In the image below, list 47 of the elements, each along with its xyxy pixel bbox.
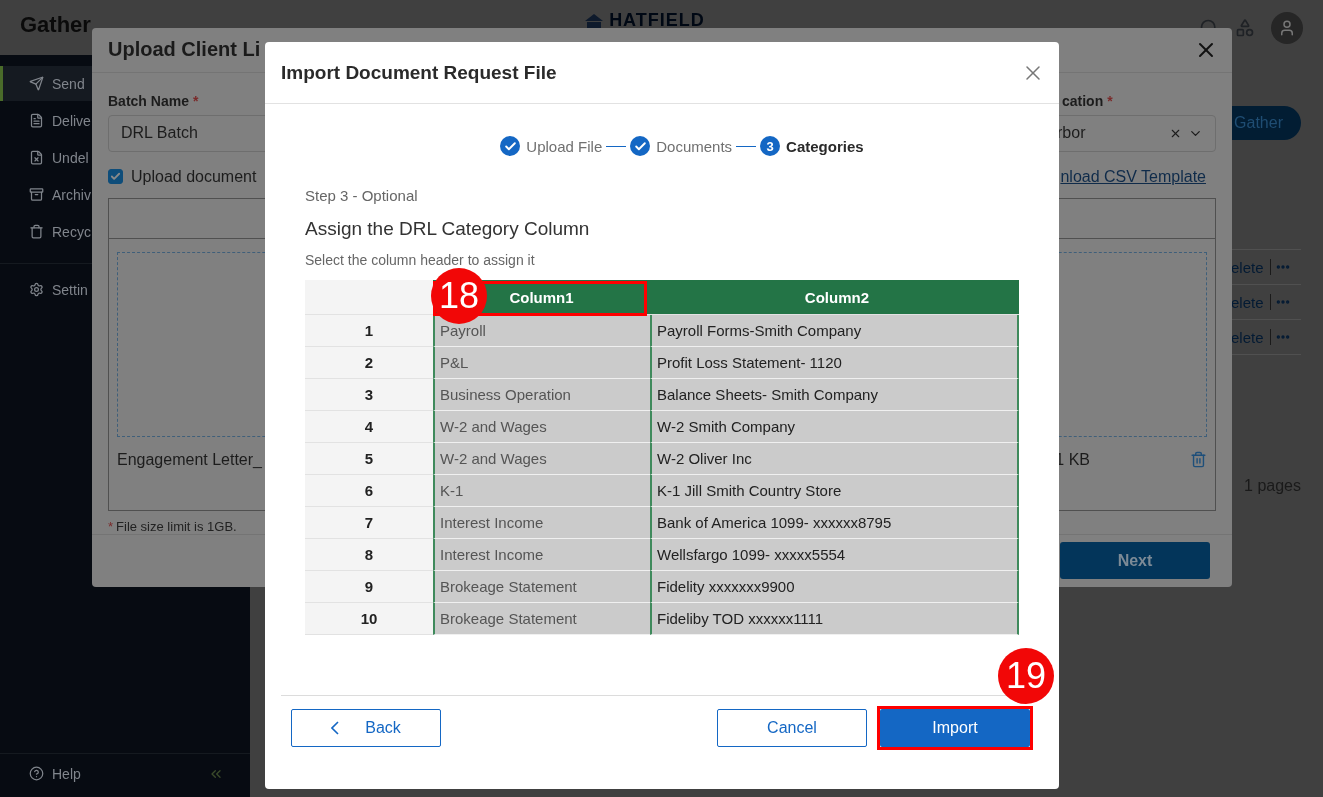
table-cell: W-2 and Wages (433, 443, 650, 475)
row-number: 3 (305, 379, 433, 411)
file-name: Engagement Letter_ (117, 450, 262, 469)
table-cell: W-2 and Wages (433, 411, 650, 443)
table-cell: W-2 Smith Company (650, 411, 1019, 443)
row-number: 8 (305, 539, 433, 571)
step-caption: Step 3 - Optional (305, 187, 419, 204)
row-number: 7 (305, 507, 433, 539)
table-cell: Interest Income (433, 539, 650, 571)
table-cell: Bank of America 1099- xxxxxx8795 (650, 507, 1019, 539)
table-cell: Payroll (433, 315, 650, 347)
checkbox-label: Upload document (131, 167, 257, 186)
step-label: Documents (656, 137, 733, 155)
table-cell: Payroll Forms-Smith Company (650, 315, 1019, 347)
brand-name: HATFIELD (609, 10, 705, 31)
field-label: Batch Name * (108, 92, 200, 109)
step-label: Categories (786, 137, 864, 155)
instruction-text: Select the column header to assign it (305, 252, 536, 268)
table-cell: Business Operation (433, 379, 650, 411)
row-number: 9 (305, 571, 433, 603)
dialog-title: Import Document Request File (281, 61, 557, 84)
table-cell: P&L (433, 347, 650, 379)
table-cell: Balance Sheets- Smith Company (650, 379, 1019, 411)
step-label: Upload File (526, 137, 603, 155)
section-heading: Assign the DRL Category Column (305, 218, 591, 240)
row-number: 6 (305, 475, 433, 507)
annotation-badge: 18 (431, 268, 487, 324)
table-cell: W-2 Oliver Inc (650, 443, 1019, 475)
file-size-note: * File size limit is 1GB. (108, 518, 237, 534)
dialog-title: Upload Client Li (108, 38, 261, 62)
row-number: 1 (305, 315, 433, 347)
table-cell: Fidelity xxxxxxx9900 (650, 571, 1019, 603)
table-cell: Interest Income (433, 507, 650, 539)
table-cell: Wellsfargo 1099- xxxxx5554 (650, 539, 1019, 571)
row-number: 10 (305, 603, 433, 635)
row-number: 5 (305, 443, 433, 475)
field-label: cation * (1061, 92, 1114, 109)
row-number: 2 (305, 347, 433, 379)
table-cell: Brokeage Statement (433, 571, 650, 603)
table-cell: Fideliby TOD xxxxxx1111 (650, 603, 1019, 635)
table-cell: Brokeage Statement (433, 603, 650, 635)
row-number: 4 (305, 411, 433, 443)
annotation-badge: 19 (998, 648, 1054, 704)
table-cell: K-1 (433, 475, 650, 507)
table-cell: Profit Loss Statement- 1120 (650, 347, 1019, 379)
table-cell: K-1 Jill Smith Country Store (650, 475, 1019, 507)
step-number: 3 (760, 136, 781, 156)
